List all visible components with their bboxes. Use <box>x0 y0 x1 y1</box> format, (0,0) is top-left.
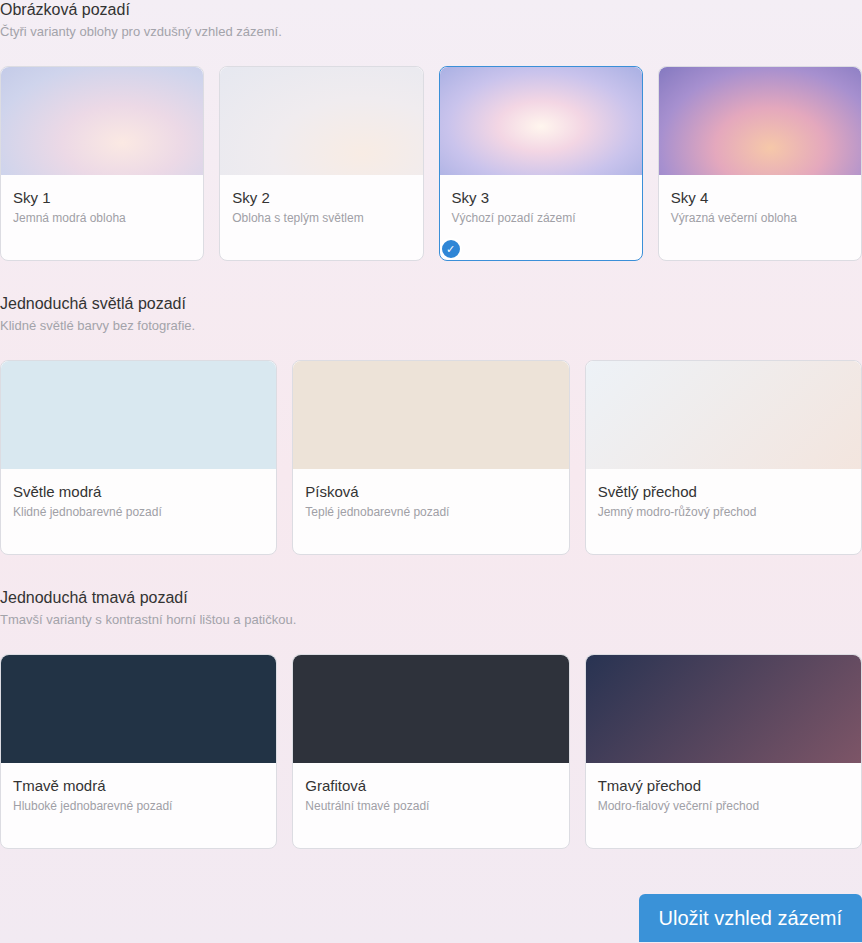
option-description: Hluboké jednobarevné pozadí <box>13 798 264 814</box>
option-title: Sky 4 <box>671 188 849 208</box>
option-description: Teplé jednobarevné pozadí <box>305 504 556 520</box>
option-description: Výrazná večerní obloha <box>671 210 849 226</box>
save-button[interactable]: Uložit vzhled zázemí <box>639 894 862 942</box>
background-option-card[interactable]: Světle modrá Klidné jednobarevné pozadí <box>0 360 277 555</box>
background-option-card[interactable]: Světlý přechod Jemný modro-růžový přechod <box>585 360 862 555</box>
option-title: Písková <box>305 482 556 502</box>
background-option-card[interactable]: Grafitová Neutrální tmavé pozadí <box>292 654 569 849</box>
background-section: Jednoduchá tmavá pozadíTmavší varianty s… <box>0 588 862 882</box>
background-option-card[interactable]: Sky 3 Výchozí pozadí zázemí ✓ <box>439 66 643 261</box>
background-option-card[interactable]: Tmavě modrá Hluboké jednobarevné pozadí <box>0 654 277 849</box>
background-preview <box>586 361 861 469</box>
option-description: Klidné jednobarevné pozadí <box>13 504 264 520</box>
background-preview <box>659 67 861 175</box>
option-title: Sky 2 <box>232 188 410 208</box>
background-option-card[interactable]: Písková Teplé jednobarevné pozadí <box>292 360 569 555</box>
background-section: Obrázková pozadíČtyři varianty oblohy pr… <box>0 0 862 294</box>
background-option-card[interactable]: Sky 1 Jemná modrá obloha <box>0 66 204 261</box>
section-subtitle: Klidné světlé barvy bez fotografie. <box>0 316 862 336</box>
option-title: Sky 1 <box>13 188 191 208</box>
option-title: Grafitová <box>305 776 556 796</box>
background-preview <box>586 655 861 763</box>
option-description: Obloha s teplým světlem <box>232 210 410 226</box>
option-title: Tmavě modrá <box>13 776 264 796</box>
background-preview <box>440 67 642 175</box>
background-settings-page: Obrázková pozadíČtyři varianty oblohy pr… <box>0 0 862 943</box>
background-section: Jednoduchá světlá pozadíKlidné světlé ba… <box>0 294 862 588</box>
section-subtitle: Tmavší varianty s kontrastní horní lišto… <box>0 610 862 630</box>
background-option-card[interactable]: Sky 4 Výrazná večerní obloha <box>658 66 862 261</box>
background-preview <box>1 655 276 763</box>
background-preview <box>1 67 203 175</box>
background-preview <box>1 361 276 469</box>
option-title: Světlý přechod <box>598 482 849 502</box>
background-preview <box>293 361 568 469</box>
background-option-card[interactable]: Sky 2 Obloha s teplým světlem <box>219 66 423 261</box>
section-title: Obrázková pozadí <box>0 0 862 20</box>
option-title: Světle modrá <box>13 482 264 502</box>
section-title: Jednoduchá světlá pozadí <box>0 294 862 314</box>
option-description: Jemná modrá obloha <box>13 210 191 226</box>
option-description: Modro-fialový večerní přechod <box>598 798 849 814</box>
background-preview <box>220 67 422 175</box>
section-title: Jednoduchá tmavá pozadí <box>0 588 862 608</box>
option-description: Neutrální tmavé pozadí <box>305 798 556 814</box>
section-subtitle: Čtyři varianty oblohy pro vzdušný vzhled… <box>0 22 862 42</box>
option-description: Výchozí pozadí zázemí <box>452 210 630 226</box>
selected-check-badge: ✓ <box>440 238 462 260</box>
option-description: Jemný modro-růžový přechod <box>598 504 849 520</box>
background-preview <box>293 655 568 763</box>
option-title: Tmavý přechod <box>598 776 849 796</box>
background-option-card[interactable]: Tmavý přechod Modro-fialový večerní přech… <box>585 654 862 849</box>
option-title: Sky 3 <box>452 188 630 208</box>
